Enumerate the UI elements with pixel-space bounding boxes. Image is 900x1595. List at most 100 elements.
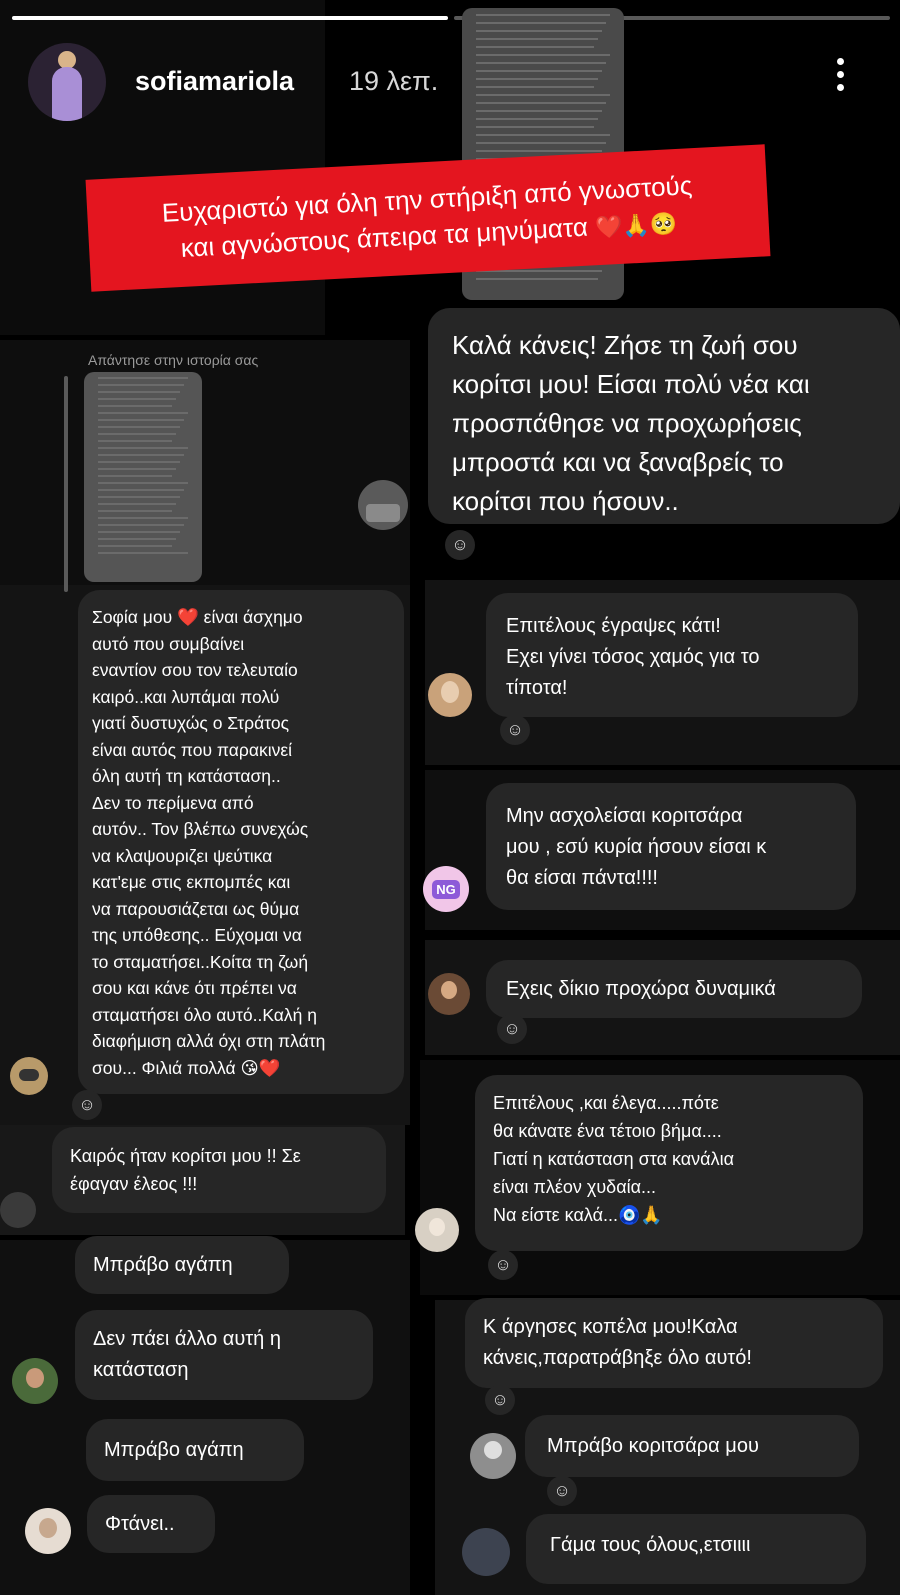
- message-text: Μπράβο κοριτσάρα μου: [547, 1435, 759, 1457]
- document-text-line: [98, 433, 176, 435]
- document-text-line: [476, 78, 598, 80]
- document-text-line: [98, 538, 176, 540]
- username[interactable]: sofiamariola: [135, 66, 294, 97]
- reply-context-bar: [64, 376, 68, 592]
- replied-story-thumbnail[interactable]: [84, 372, 202, 582]
- document-text-line: [98, 496, 180, 498]
- sender-avatar: [358, 480, 408, 530]
- screenshot-panel: [0, 340, 410, 590]
- message-bubble[interactable]: Μπράβο αγάπη: [86, 1419, 304, 1481]
- add-reaction-icon[interactable]: ☺: [445, 530, 475, 560]
- document-text-line: [476, 70, 602, 72]
- message-text: Μην ασχολείσαι κοριτσάρα μου , εσύ κυρία…: [506, 805, 767, 889]
- document-text-line: [98, 405, 172, 407]
- message-text: Σοφία μου ❤️ είναι άσχημο αυτό που συμβα…: [92, 607, 326, 1078]
- document-text-line: [98, 419, 184, 421]
- banner-emojis: ❤️🙏🥺: [594, 210, 678, 241]
- message-bubble[interactable]: Γάμα τους όλους,ετσιιιι: [526, 1514, 866, 1584]
- sender-avatar: [25, 1508, 71, 1554]
- message-bubble[interactable]: Μην ασχολείσαι κοριτσάρα μου , εσύ κυρία…: [486, 783, 856, 910]
- message-text: Επιτέλους ,και έλεγα.....πότε θα κάνατε …: [493, 1093, 734, 1225]
- document-text-line: [98, 440, 172, 442]
- document-text-line: [98, 426, 180, 428]
- document-text-line: [98, 447, 188, 449]
- message-bubble[interactable]: Δεν πάει άλλο αυτή η κατάσταση: [75, 1310, 373, 1400]
- document-text-line: [98, 489, 184, 491]
- message-bubble[interactable]: Επιτέλους έγραψες κάτι! Εχει γίνει τόσος…: [486, 593, 858, 717]
- message-bubble[interactable]: Μπράβο κοριτσάρα μου: [525, 1415, 859, 1477]
- more-vertical-icon[interactable]: [832, 58, 848, 98]
- document-text-line: [476, 150, 602, 152]
- add-reaction-icon[interactable]: ☺: [497, 1014, 527, 1044]
- document-text-line: [476, 22, 606, 24]
- document-text-line: [476, 142, 606, 144]
- message-text: Γάμα τους όλους,ετσιιιι: [550, 1534, 751, 1556]
- message-text: Μπράβο αγάπη: [104, 1439, 244, 1461]
- sender-avatar: NG: [423, 866, 469, 912]
- document-text-line: [98, 468, 176, 470]
- message-text: Επιτέλους έγραψες κάτι! Εχει γίνει τόσος…: [506, 615, 760, 699]
- profile-avatar[interactable]: [28, 43, 106, 121]
- document-text-line: [476, 126, 594, 128]
- message-text: Καιρός ήταν κορίτσι μου !! Σε έφαγαν έλε…: [70, 1146, 301, 1194]
- message-bubble[interactable]: Κ άργησες κοπέλα μου!Καλα κάνεις,παρατρά…: [465, 1298, 883, 1388]
- message-bubble[interactable]: Καιρός ήταν κορίτσι μου !! Σε έφαγαν έλε…: [52, 1127, 386, 1213]
- document-text-line: [476, 86, 594, 88]
- sender-avatar: [12, 1358, 58, 1404]
- message-text: Μπράβο αγάπη: [93, 1254, 233, 1276]
- document-text-line: [476, 38, 598, 40]
- document-text-line: [476, 62, 606, 64]
- message-text: Κ άργησες κοπέλα μου!Καλα κάνεις,παρατρά…: [483, 1316, 752, 1369]
- message-bubble[interactable]: Επιτέλους ,και έλεγα.....πότε θα κάνατε …: [475, 1075, 863, 1251]
- story-progress-1: [12, 16, 448, 20]
- document-text-line: [98, 384, 184, 386]
- document-text-line: [476, 110, 602, 112]
- reply-context-label: Απάντησε στην ιστορία σας: [88, 352, 259, 368]
- add-reaction-icon[interactable]: ☺: [547, 1476, 577, 1506]
- message-text: Δεν πάει άλλο αυτή η κατάσταση: [93, 1328, 281, 1381]
- add-reaction-icon[interactable]: ☺: [72, 1090, 102, 1120]
- document-text-line: [476, 278, 598, 280]
- document-text-line: [476, 102, 606, 104]
- message-text: Εχεις δίκιο προχώρα δυναμικά: [506, 978, 776, 1000]
- document-text-line: [98, 398, 176, 400]
- sender-avatar: [428, 973, 470, 1015]
- document-text-line: [98, 412, 188, 414]
- add-reaction-icon[interactable]: ☺: [488, 1250, 518, 1280]
- document-text-line: [98, 454, 184, 456]
- sender-avatar: [428, 673, 472, 717]
- message-bubble[interactable]: Φτάνει..: [87, 1495, 215, 1553]
- document-text-line: [98, 545, 172, 547]
- document-text-line: [476, 46, 594, 48]
- message-bubble[interactable]: Καλά κάνεις! Ζήσε τη ζωή σου κορίτσι μου…: [428, 308, 900, 524]
- message-bubble[interactable]: Σοφία μου ❤️ είναι άσχημο αυτό που συμβα…: [78, 590, 404, 1094]
- document-text-line: [98, 475, 172, 477]
- document-text-line: [98, 482, 188, 484]
- message-bubble[interactable]: Εχεις δίκιο προχώρα δυναμικά: [486, 960, 862, 1018]
- document-text-line: [98, 517, 188, 519]
- document-text-line: [476, 134, 610, 136]
- document-text-line: [476, 54, 610, 56]
- document-text-line: [98, 531, 180, 533]
- add-reaction-icon[interactable]: ☺: [500, 715, 530, 745]
- sender-avatar: [462, 1528, 510, 1576]
- message-bubble[interactable]: Μπράβο αγάπη: [75, 1236, 289, 1294]
- document-text-line: [476, 14, 610, 16]
- document-text-line: [98, 510, 172, 512]
- document-text-line: [98, 391, 180, 393]
- sender-avatar: [10, 1057, 48, 1095]
- sender-avatar: [0, 1192, 36, 1228]
- sender-avatar: [415, 1208, 459, 1252]
- avatar-badge: NG: [432, 879, 460, 899]
- document-text-line: [476, 94, 610, 96]
- document-text-line: [98, 524, 184, 526]
- document-text-line: [98, 552, 188, 554]
- document-text-line: [476, 118, 598, 120]
- story-time: 19 λεπ.: [349, 66, 439, 96]
- document-text-line: [98, 461, 180, 463]
- document-text-line: [98, 377, 188, 379]
- document-text-line: [98, 503, 176, 505]
- add-reaction-icon[interactable]: ☺: [485, 1385, 515, 1415]
- sender-avatar: [470, 1433, 516, 1479]
- message-text: Φτάνει..: [105, 1513, 175, 1535]
